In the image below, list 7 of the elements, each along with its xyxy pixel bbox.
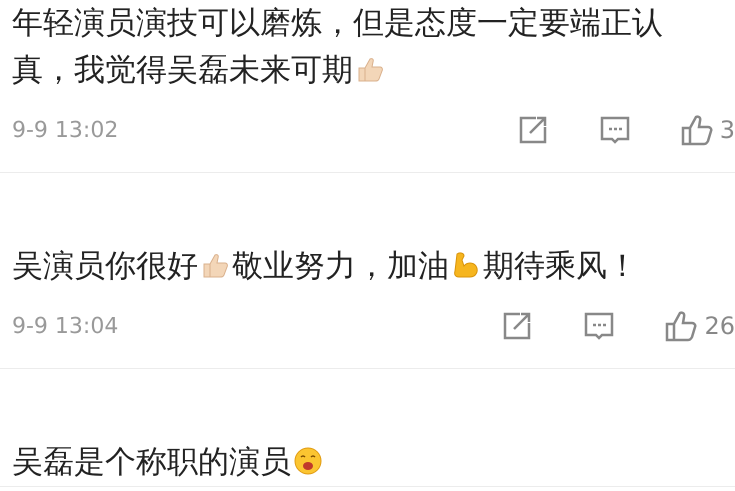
like-count: 26: [704, 312, 735, 340]
like-count: 3: [720, 116, 735, 144]
comment-text: 吴磊是个称职的演员: [12, 439, 712, 486]
comment-text: 年轻演员演技可以磨炼，但是态度一定要端正认真，我觉得吴磊未来可期: [12, 4, 664, 90]
comment-time: 9-9 13:04: [12, 314, 118, 338]
comment-text: 吴演员你很好 敬业努力，加油 期待乘风！: [12, 247, 639, 286]
comment-time: 9-9 13:02: [12, 118, 118, 142]
